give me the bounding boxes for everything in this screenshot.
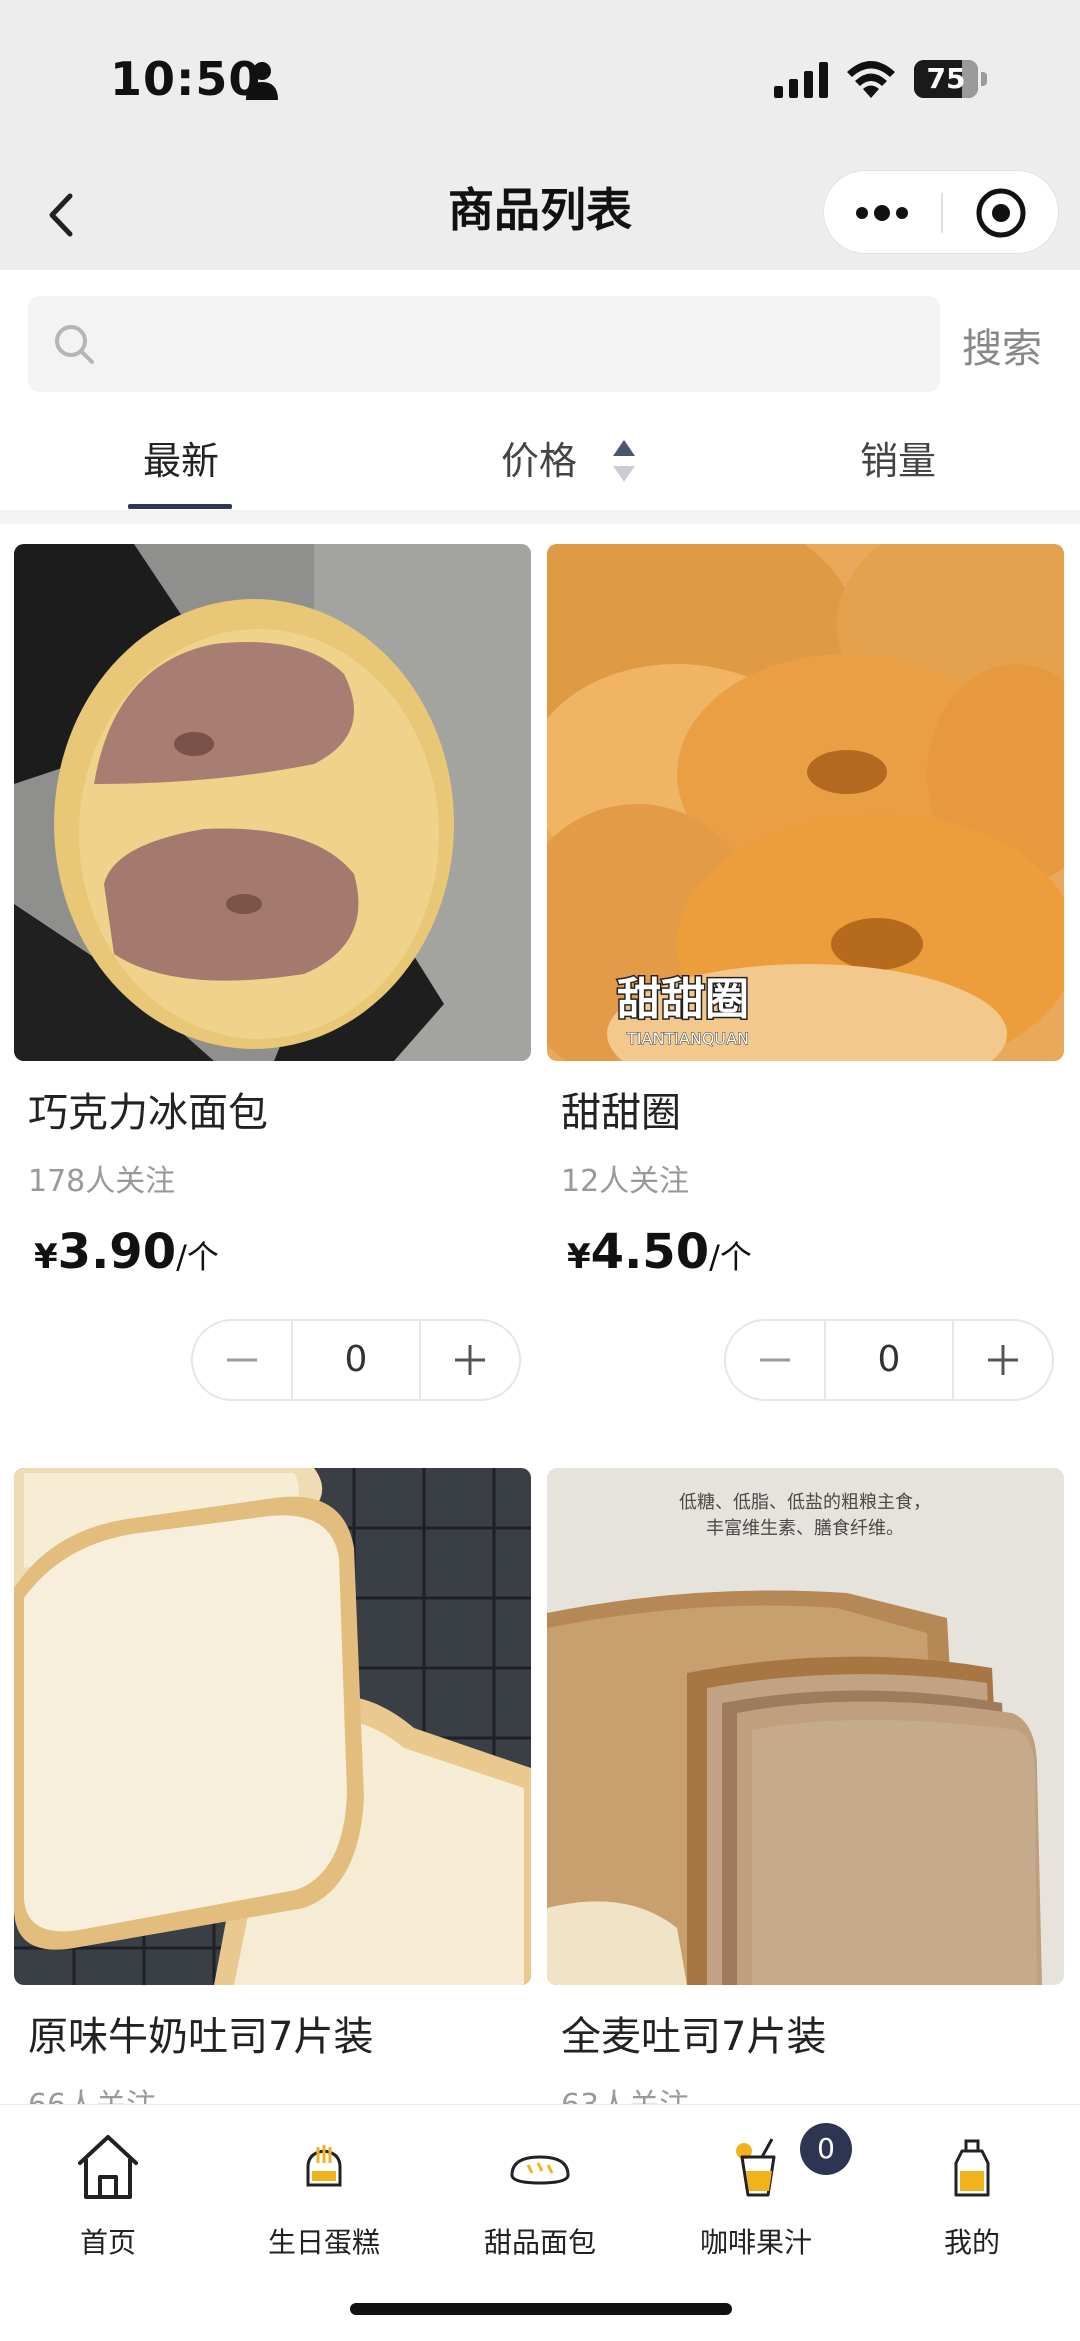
more-dots-icon[interactable] [824, 171, 942, 255]
minus-icon[interactable] [193, 1321, 291, 1399]
tabbar-label: 生日蛋糕 [267, 2226, 380, 2259]
drink-icon [736, 2138, 776, 2197]
product-card[interactable]: 巧克力冰面包 178人关注 ¥3.90/个 0 [14, 544, 531, 1424]
product-name: 全麦吐司7片装 [561, 2014, 827, 2060]
search-bar: 搜索 [0, 270, 1080, 400]
product-name: 巧克力冰面包 [28, 1090, 268, 1136]
search-box[interactable] [28, 296, 940, 392]
search-input[interactable] [112, 296, 912, 392]
product-price: ¥4.50/个 [567, 1224, 752, 1280]
cart-badge: 0 [800, 2123, 852, 2175]
quantity-value[interactable]: 0 [826, 1321, 952, 1399]
sort-tabs: 最新 价格 销量 [0, 400, 1080, 510]
bread-icon [510, 2155, 570, 2185]
active-tab-underline [128, 504, 232, 509]
product-image-milk-toast[interactable] [14, 1468, 531, 1985]
price-value: 3.90 [57, 1224, 177, 1280]
status-time: 10:50 [110, 52, 262, 106]
sort-arrows-icon[interactable] [610, 436, 638, 486]
wifi-icon [847, 61, 895, 98]
product-followers: 12人关注 [561, 1164, 690, 1199]
person-icon [246, 62, 278, 100]
product-name: 原味牛奶吐司7片装 [28, 2014, 374, 2060]
tabbar-label: 咖啡果汁 [699, 2226, 812, 2259]
tab-price[interactable]: 价格 [501, 430, 577, 485]
home-indicator[interactable] [350, 2303, 732, 2315]
product-price: ¥3.90/个 [34, 1224, 219, 1280]
donut-image-subtitle: TIANTIANQUAN [626, 1029, 749, 1048]
bottle-profile-icon [954, 2139, 990, 2197]
minus-icon[interactable] [726, 1321, 824, 1399]
plus-icon[interactable] [421, 1321, 519, 1399]
tabbar-label: 甜品面包 [483, 2226, 596, 2259]
product-image-donut[interactable]: 甜甜圈 TIANTIANQUAN [547, 544, 1064, 1061]
status-bar: 10:50 75 [0, 0, 1080, 160]
quantity-stepper: 0 [724, 1319, 1054, 1401]
cake-icon [306, 2145, 342, 2187]
price-unit: /个 [176, 1238, 219, 1276]
tabbar-item-home[interactable]: 首页 [0, 2119, 216, 2269]
tabbar-label: 首页 [79, 2226, 136, 2259]
signal-icon [774, 62, 828, 98]
quantity-value[interactable]: 0 [293, 1321, 419, 1399]
tabbar-item-mine[interactable]: 我的 [864, 2119, 1080, 2269]
donut-image-title: 甜甜圈 [617, 974, 749, 1025]
product-image-chocolate-bun[interactable] [14, 544, 531, 1061]
search-icon [55, 325, 94, 364]
product-followers: 63人关注 [561, 2080, 689, 2104]
price-unit: /个 [709, 1238, 752, 1276]
back-chevron-icon[interactable] [38, 182, 84, 248]
plus-icon[interactable] [954, 1321, 1052, 1399]
price-value: 4.50 [590, 1224, 710, 1280]
product-followers: 66人关注 [28, 2080, 156, 2104]
tabbar-item-bread[interactable]: 甜品面包 [432, 2119, 648, 2269]
product-image-wholewheat-toast[interactable]: 低糖、低脂、低盐的粗粮主食， 丰富维生素、膳食纤维。 [547, 1468, 1064, 1985]
divider [0, 510, 1080, 524]
product-card[interactable]: 低糖、低脂、低盐的粗粮主食， 丰富维生素、膳食纤维。 全麦吐司7片装 63人关注 [547, 1468, 1064, 2104]
tab-sales[interactable]: 销量 [860, 430, 936, 485]
product-card[interactable]: 原味牛奶吐司7片装 66人关注 [14, 1468, 531, 2104]
battery-tip [981, 72, 987, 86]
tab-latest[interactable]: 最新 [143, 430, 219, 485]
mini-program-capsule [823, 170, 1059, 254]
tabbar-label: 我的 [943, 2226, 1000, 2259]
quantity-stepper: 0 [191, 1319, 521, 1401]
wheat-image-caption-2: 丰富维生素、膳食纤维。 [706, 1518, 904, 1539]
battery-icon: 75 [914, 60, 978, 98]
price-currency: ¥ [34, 1237, 58, 1277]
home-icon [78, 2135, 138, 2199]
battery-level: 75 [926, 62, 966, 95]
search-button[interactable]: 搜索 [962, 316, 1042, 374]
price-currency: ¥ [567, 1237, 591, 1277]
wheat-image-caption-1: 低糖、低脂、低盐的粗粮主食， [679, 1492, 931, 1513]
product-name: 甜甜圈 [561, 1090, 681, 1136]
product-card[interactable]: 甜甜圈 TIANTIANQUAN 甜甜圈 12人关注 ¥4.50/个 0 [547, 544, 1064, 1424]
target-circle-icon[interactable] [942, 171, 1060, 255]
nav-bar: 商品列表 [0, 160, 1080, 270]
product-followers: 178人关注 [28, 1164, 176, 1199]
tabbar-item-cake[interactable]: 生日蛋糕 [216, 2119, 432, 2269]
